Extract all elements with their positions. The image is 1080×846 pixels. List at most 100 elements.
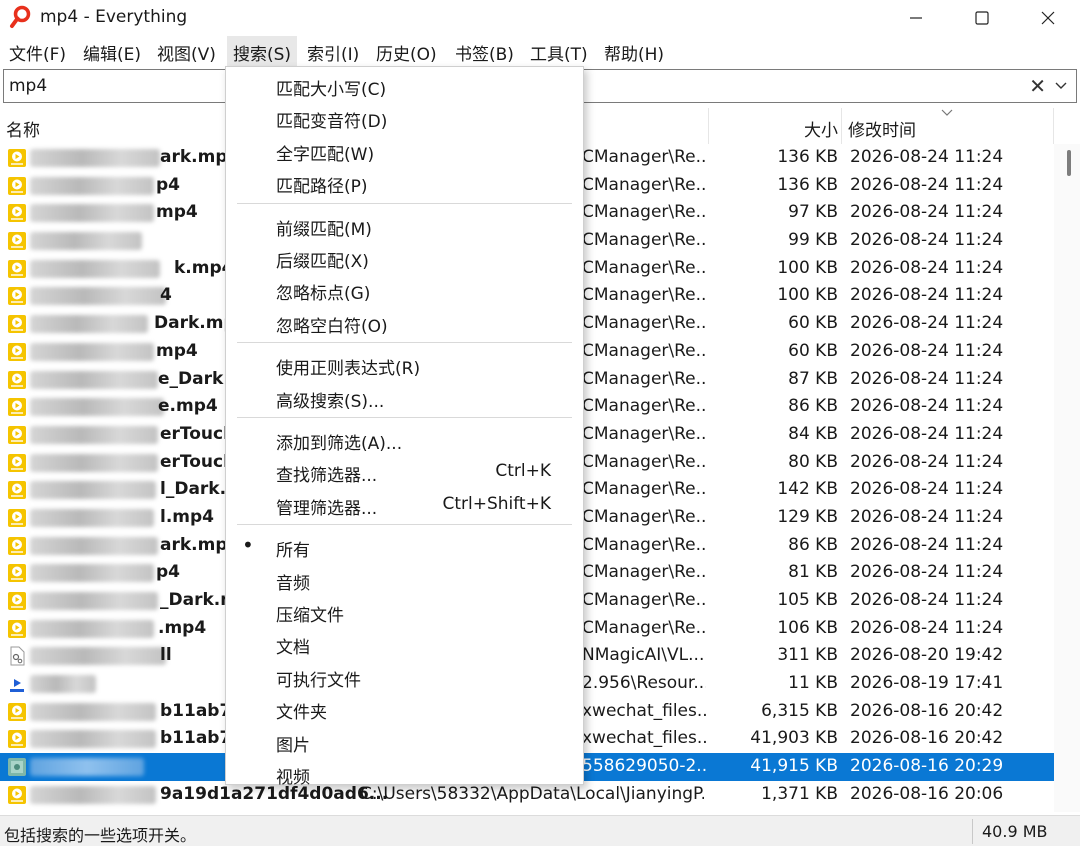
file-path: CManager\Re...: [582, 562, 706, 583]
file-modified-date: 2026-08-24 11:24: [850, 285, 1004, 306]
close-icon: [1041, 11, 1055, 25]
file-size: 87 KB: [788, 368, 838, 389]
file-name: mp4: [156, 340, 198, 361]
menu-item[interactable]: 忽略标点(G): [226, 273, 583, 305]
menu-item-label: 全字匹配(W): [276, 144, 375, 165]
menu-separator: [237, 417, 572, 418]
file-modified-date: 2026-08-24 11:24: [850, 479, 1004, 500]
menu-item[interactable]: 匹配变音符(D): [226, 101, 583, 133]
file-size: 86 KB: [788, 396, 838, 417]
menu-item[interactable]: 高级搜索(S)...: [226, 381, 583, 413]
menu-item[interactable]: 全字匹配(W): [226, 134, 583, 166]
menu-edit[interactable]: 编辑(E): [83, 40, 141, 65]
menu-help[interactable]: 帮助(H): [604, 40, 664, 65]
file-path: CManager\Re...: [582, 590, 706, 610]
menu-item[interactable]: 文档: [226, 627, 583, 659]
sort-descending-icon: [941, 109, 953, 116]
redacted-filename: [30, 536, 158, 555]
file-path: CManager\Re...: [582, 340, 706, 361]
file-size: 97 KB: [788, 202, 838, 223]
menu-item[interactable]: 压缩文件: [226, 595, 583, 627]
menu-file[interactable]: 文件(F): [9, 40, 66, 65]
menu-item[interactable]: 添加到筛选(A)...: [226, 423, 583, 455]
menu-item[interactable]: 音频: [226, 563, 583, 595]
menu-tools[interactable]: 工具(T): [530, 40, 588, 65]
file-size: 60 KB: [788, 340, 838, 361]
menu-item[interactable]: 匹配大小写(C): [226, 69, 583, 101]
video-file-icon: [8, 758, 26, 777]
column-divider[interactable]: [708, 108, 709, 144]
redacted-filename: [30, 149, 160, 167]
menu-item[interactable]: 图片: [226, 725, 583, 757]
redacted-filename: [30, 287, 166, 306]
media-file-icon: [10, 676, 24, 693]
menu-item-label: 匹配变音符(D): [276, 112, 388, 133]
maximize-button[interactable]: [950, 0, 1014, 36]
menu-separator: [237, 202, 572, 204]
redacted-filename: [30, 398, 164, 417]
file-modified-date: 2026-08-24 11:24: [850, 230, 1004, 251]
column-header-name[interactable]: 名称: [6, 116, 40, 141]
redacted-filename: [30, 453, 158, 472]
menu-item[interactable]: 可执行文件: [226, 660, 583, 692]
redacted-filename: [30, 481, 156, 500]
player-file-icon: [8, 342, 26, 361]
redacted-filename: [30, 564, 154, 583]
file-path: 2.956\Resour...: [582, 673, 706, 694]
menu-view[interactable]: 视图(V): [157, 40, 216, 65]
column-header-modified[interactable]: 修改时间: [848, 116, 916, 141]
scrollbar-thumb[interactable]: [1067, 150, 1071, 176]
column-header-size[interactable]: 大小: [804, 116, 838, 141]
title-bar: mp4 - Everything: [0, 0, 1080, 36]
menu-item[interactable]: 忽略空白符(O): [226, 306, 583, 338]
chevron-down-icon[interactable]: [1054, 78, 1068, 92]
menu-item-label: 查找筛选器...: [276, 466, 378, 487]
file-modified-date: 2026-08-16 20:06: [850, 783, 1004, 804]
window-title: mp4 - Everything: [40, 7, 188, 27]
file-path: CManager\Re...: [582, 534, 706, 555]
close-button[interactable]: [1016, 0, 1080, 36]
player-file-icon: [8, 259, 26, 278]
file-size: 11 KB: [788, 673, 838, 694]
menu-item[interactable]: 后缀匹配(X): [226, 241, 583, 273]
menu-bookmarks[interactable]: 书签(B): [455, 40, 514, 65]
menu-history[interactable]: 历史(O): [376, 40, 437, 65]
file-name: e.mp4: [158, 396, 218, 417]
clear-search-icon[interactable]: ✕: [1029, 74, 1046, 98]
menu-item[interactable]: 前缀匹配(M): [226, 209, 583, 241]
player-file-icon: [8, 619, 26, 638]
menu-item[interactable]: 视频: [226, 757, 583, 789]
status-bar: 包括搜索的一些选项开关。 40.9 MB: [0, 815, 1080, 846]
column-divider[interactable]: [1053, 108, 1054, 144]
menu-item-label: 匹配路径(P): [276, 177, 368, 198]
file-size: 1,371 KB: [761, 783, 838, 804]
file-modified-date: 2026-08-24 11:24: [850, 451, 1004, 472]
vertical-scrollbar[interactable]: [1054, 144, 1080, 812]
file-modified-date: 2026-08-24 11:24: [850, 534, 1004, 555]
file-size: 80 KB: [788, 451, 838, 472]
file-name: p4: [156, 174, 180, 195]
file-modified-date: 2026-08-24 11:24: [850, 340, 1004, 361]
menu-item[interactable]: 文件夹: [226, 692, 583, 724]
menu-item-label: 文件夹: [276, 703, 327, 724]
redacted-filename: [30, 785, 156, 804]
file-modified-date: 2026-08-24 11:24: [850, 423, 1004, 444]
minimize-button[interactable]: [884, 0, 948, 36]
search-value: mp4: [9, 76, 48, 96]
redacted-filename: [30, 204, 154, 223]
file-modified-date: 2026-08-16 20:42: [850, 728, 1004, 749]
menu-item[interactable]: • 所有: [226, 530, 583, 562]
redacted-filename: [30, 425, 158, 444]
file-size: 106 KB: [777, 617, 838, 638]
menu-index[interactable]: 索引(I): [307, 40, 359, 65]
file-size: 136 KB: [777, 147, 838, 167]
menu-item[interactable]: 管理筛选器... Ctrl+Shift+K: [226, 488, 583, 520]
column-divider[interactable]: [841, 108, 842, 144]
file-path: CManager\Re...: [582, 396, 706, 417]
file-name: ll: [160, 645, 172, 666]
menu-search[interactable]: 搜索(S): [227, 36, 298, 66]
menu-item[interactable]: 查找筛选器... Ctrl+K: [226, 455, 583, 487]
player-file-icon: [8, 702, 26, 721]
menu-item[interactable]: 使用正则表达式(R): [226, 348, 583, 380]
menu-item[interactable]: 匹配路径(P): [226, 166, 583, 198]
